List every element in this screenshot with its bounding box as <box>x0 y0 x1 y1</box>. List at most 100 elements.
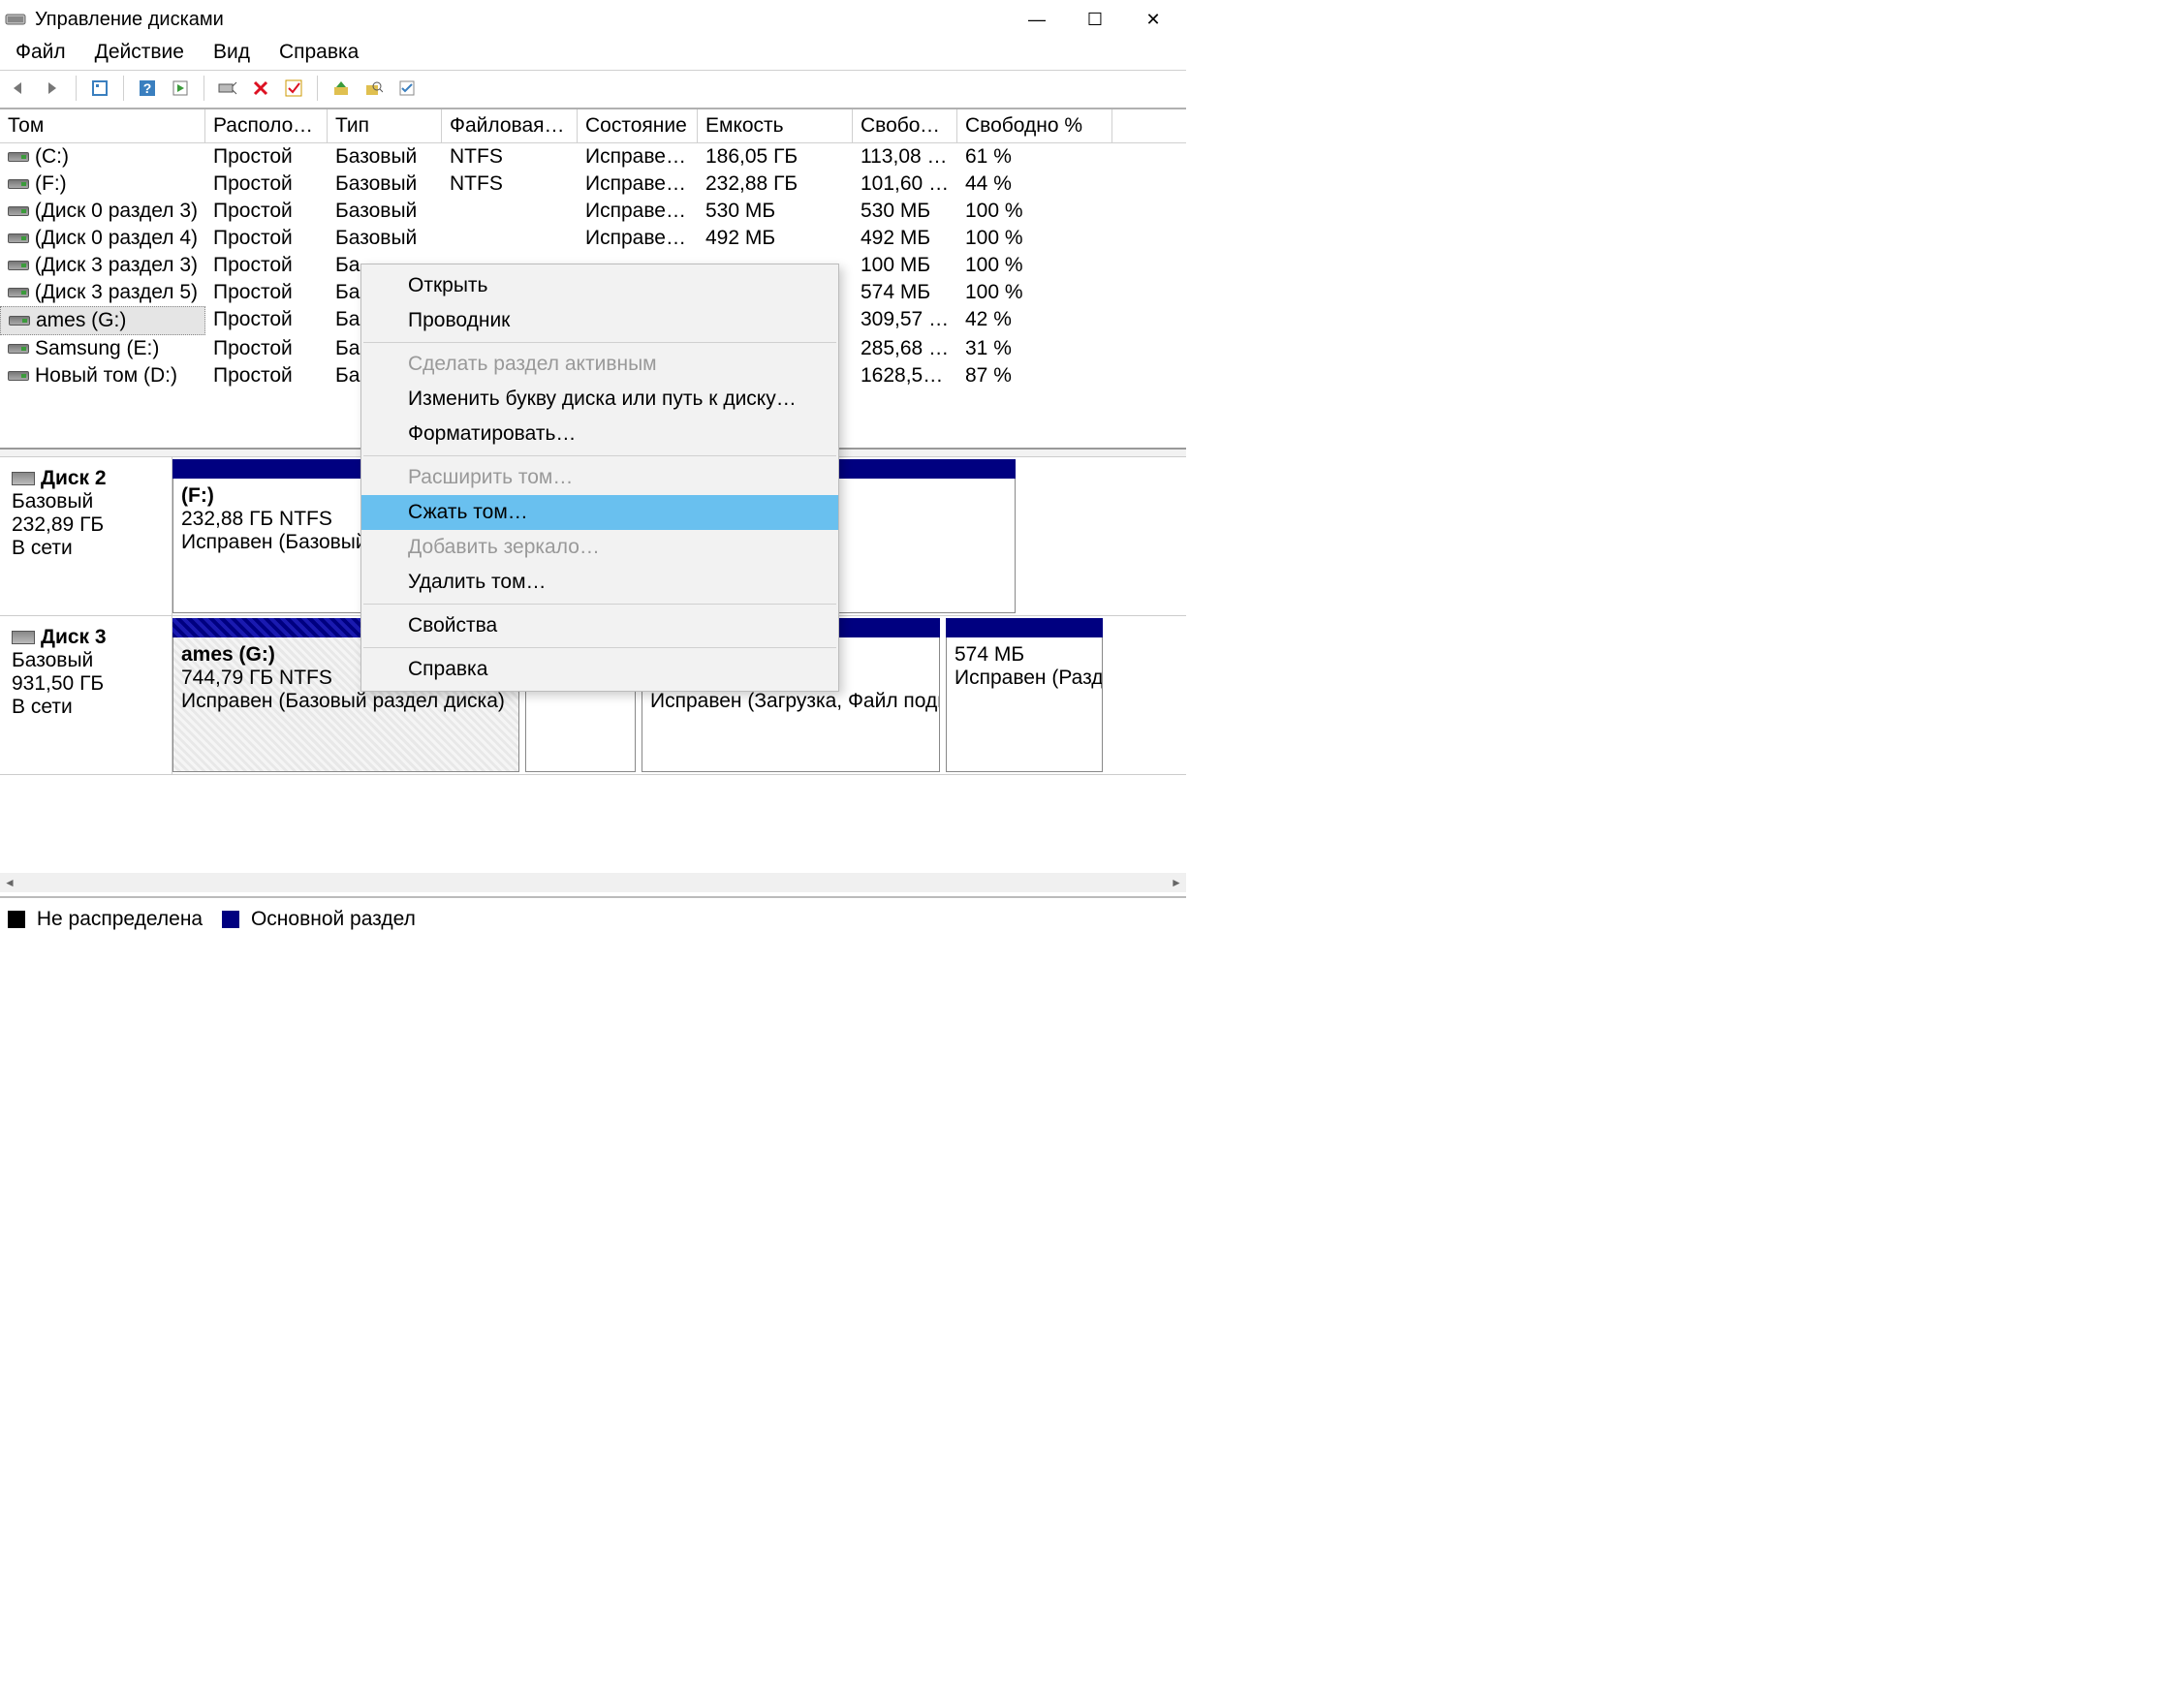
column-status[interactable]: Состояние <box>578 109 698 142</box>
partition-status: Исправен (Загрузка, Файл подка <box>650 690 931 713</box>
legend: Не распределена Основной раздел <box>8 908 416 931</box>
disk-type: Базовый <box>12 490 164 513</box>
up-icon[interactable] <box>328 75 355 102</box>
column-volume[interactable]: Том <box>0 109 205 142</box>
volume-icon <box>8 233 29 243</box>
cm-format[interactable]: Форматировать… <box>361 417 838 451</box>
volume-row[interactable]: (Диск 0 раздел 3)ПростойБазовыйИсправен…… <box>0 198 1186 225</box>
volume-pct: 87 % <box>957 362 1112 389</box>
cm-shrink[interactable]: Сжать том… <box>361 495 838 530</box>
column-capacity[interactable]: Емкость <box>698 109 853 142</box>
scroll-right-icon[interactable]: ► <box>1167 873 1186 892</box>
volume-free: 113,08 ГБ <box>853 143 957 171</box>
volume-layout: Простой <box>205 252 328 279</box>
volume-pct: 100 % <box>957 279 1112 306</box>
menu-help[interactable]: Справка <box>279 41 359 64</box>
volume-capacity: 492 МБ <box>698 225 853 252</box>
menu-view[interactable]: Вид <box>213 41 250 64</box>
options-icon[interactable] <box>393 75 421 102</box>
properties-icon[interactable] <box>86 75 113 102</box>
volume-layout: Простой <box>205 306 328 335</box>
scroll-left-icon[interactable]: ◄ <box>0 873 19 892</box>
volume-pct: 100 % <box>957 198 1112 225</box>
volume-free: 492 МБ <box>853 225 957 252</box>
volume-name: Samsung (E:) <box>35 337 159 360</box>
close-button[interactable]: ✕ <box>1124 0 1182 39</box>
partition-stripe <box>946 618 1103 637</box>
cm-explorer[interactable]: Проводник <box>361 303 838 338</box>
help-icon[interactable]: ? <box>134 75 161 102</box>
volume-pct: 31 % <box>957 335 1112 362</box>
column-type[interactable]: Тип <box>328 109 442 142</box>
volume-free: 574 МБ <box>853 279 957 306</box>
toolbar-separator <box>76 76 77 101</box>
column-filesystem[interactable]: Файловая с… <box>442 109 578 142</box>
run-icon[interactable] <box>167 75 194 102</box>
menu-file[interactable]: Файл <box>16 41 66 64</box>
volume-name: ames (G:) <box>36 309 126 332</box>
volume-type: Базовый <box>328 143 442 171</box>
volume-icon <box>8 288 29 297</box>
cm-delete[interactable]: Удалить том… <box>361 565 838 600</box>
disk-name: Диск 2 <box>41 467 107 489</box>
context-menu: Открыть Проводник Сделать раздел активны… <box>360 264 839 692</box>
disk-info[interactable]: Диск 2Базовый232,89 ГБВ сети <box>0 457 172 615</box>
delete-icon[interactable] <box>247 75 274 102</box>
cm-separator <box>363 647 836 648</box>
volume-layout: Простой <box>205 143 328 171</box>
horizontal-scrollbar[interactable]: ◄ ► <box>0 873 1186 892</box>
volume-layout: Простой <box>205 335 328 362</box>
toolbar-separator <box>317 76 318 101</box>
volume-capacity: 530 МБ <box>698 198 853 225</box>
minimize-button[interactable]: — <box>1008 0 1066 39</box>
volume-free: 285,68 ГБ <box>853 335 957 362</box>
search-icon[interactable] <box>360 75 388 102</box>
disk-info[interactable]: Диск 3Базовый931,50 ГБВ сети <box>0 616 172 774</box>
legend-unallocated-label: Не распределена <box>37 908 203 930</box>
cm-help[interactable]: Справка <box>361 652 838 687</box>
maximize-button[interactable]: ☐ <box>1066 0 1124 39</box>
volume-icon <box>8 371 29 381</box>
volume-free: 100 МБ <box>853 252 957 279</box>
volume-pct: 44 % <box>957 171 1112 198</box>
column-free-pct[interactable]: Свободно % <box>957 109 1112 142</box>
partition[interactable]: 574 МБИсправен (Разде <box>946 618 1103 772</box>
column-layout[interactable]: Располож… <box>205 109 328 142</box>
volume-row[interactable]: (C:)ПростойБазовыйNTFSИсправен…186,05 ГБ… <box>0 143 1186 171</box>
volume-name: (Диск 3 раздел 5) <box>35 281 198 304</box>
volume-row[interactable]: (Диск 0 раздел 4)ПростойБазовыйИсправен…… <box>0 225 1186 252</box>
disk-icon <box>12 631 35 644</box>
toolbar: ? <box>0 70 1186 108</box>
volume-icon <box>8 152 29 162</box>
partition-status: Исправен (Разде <box>955 667 1094 690</box>
cm-change-letter[interactable]: Изменить букву диска или путь к диску… <box>361 382 838 417</box>
volume-icon <box>8 344 29 354</box>
volume-name: Новый том (D:) <box>35 364 177 388</box>
volume-name: (Диск 0 раздел 3) <box>35 200 198 223</box>
volume-status: Исправен… <box>578 198 698 225</box>
menu-action[interactable]: Действие <box>95 41 184 64</box>
volume-icon <box>8 261 29 270</box>
volume-icon <box>9 316 30 326</box>
forward-icon[interactable] <box>39 75 66 102</box>
cm-properties[interactable]: Свойства <box>361 608 838 643</box>
check-icon[interactable] <box>280 75 307 102</box>
volume-pct: 42 % <box>957 306 1112 335</box>
connect-icon[interactable] <box>214 75 241 102</box>
disk-status: В сети <box>12 696 164 719</box>
disk-size: 931,50 ГБ <box>12 672 164 696</box>
volume-layout: Простой <box>205 279 328 306</box>
volume-pct: 100 % <box>957 252 1112 279</box>
volume-name: (F:) <box>35 172 67 196</box>
cm-open[interactable]: Открыть <box>361 268 838 303</box>
volume-status: Исправен… <box>578 143 698 171</box>
volume-layout: Простой <box>205 362 328 389</box>
volume-fs <box>442 225 578 252</box>
back-icon[interactable] <box>6 75 33 102</box>
volume-name: (Диск 3 раздел 3) <box>35 254 198 277</box>
volume-layout: Простой <box>205 225 328 252</box>
toolbar-separator <box>203 76 204 101</box>
volume-row[interactable]: (F:)ПростойБазовыйNTFSИсправен…232,88 ГБ… <box>0 171 1186 198</box>
column-free[interactable]: Свобод… <box>853 109 957 142</box>
volume-list-header: Том Располож… Тип Файловая с… Состояние … <box>0 109 1186 143</box>
